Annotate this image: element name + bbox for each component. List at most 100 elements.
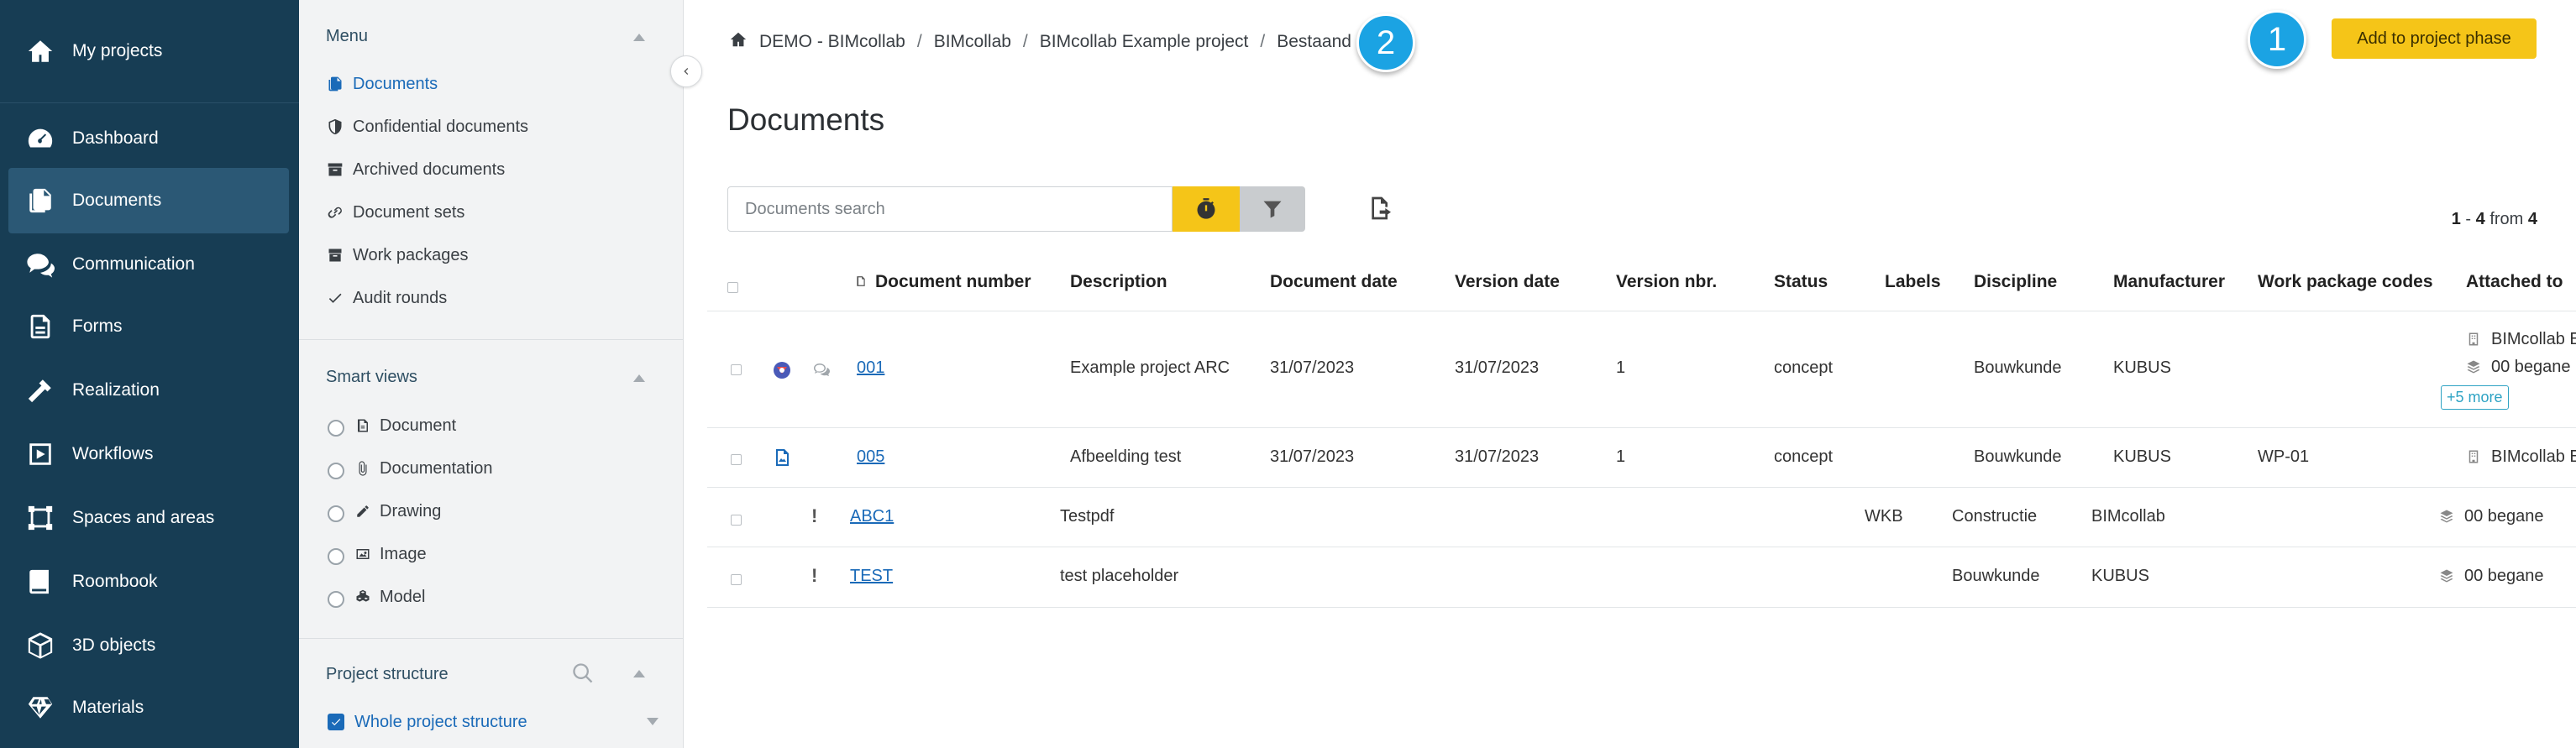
nav-item-3d-objects[interactable]: 3D objects bbox=[8, 613, 289, 678]
menu-item-audit-rounds[interactable]: Audit rounds bbox=[326, 284, 447, 312]
row-checkbox[interactable] bbox=[731, 364, 742, 375]
attached-item[interactable]: BIMcollab E bbox=[2466, 447, 2576, 467]
package-icon bbox=[326, 246, 344, 264]
column-header-description[interactable]: Description bbox=[1070, 272, 1167, 297]
document-number-link[interactable]: 001 bbox=[857, 358, 884, 378]
column-header-work-package-codes[interactable]: Work package codes bbox=[2258, 272, 2433, 297]
document-number-link[interactable]: 005 bbox=[857, 447, 884, 467]
smart-view-document[interactable]: Document bbox=[328, 411, 456, 440]
column-header-attached-to[interactable]: Attached to bbox=[2466, 272, 2563, 297]
nav-item-documents[interactable]: Documents bbox=[8, 168, 289, 233]
collapse-panel-button[interactable] bbox=[670, 55, 702, 87]
menu-item-label: Document sets bbox=[353, 202, 465, 222]
cube-icon bbox=[25, 630, 55, 661]
timer-filter-button[interactable] bbox=[1173, 186, 1240, 232]
chevron-up-icon[interactable] bbox=[633, 34, 645, 41]
attached-item[interactable]: 00 begane bbox=[2466, 358, 2571, 377]
document-number[interactable]: 001 bbox=[857, 358, 884, 377]
comments-icon[interactable] bbox=[811, 359, 833, 381]
nav-label: Workflows bbox=[72, 444, 154, 463]
smart-view-model[interactable]: Model bbox=[328, 583, 425, 611]
row-checkbox[interactable] bbox=[731, 574, 742, 585]
cell-description: Afbeelding test bbox=[1070, 447, 1182, 466]
export-button[interactable] bbox=[1364, 191, 1398, 225]
project-structure-selector[interactable]: Whole project structure bbox=[328, 708, 527, 736]
cell-status: concept bbox=[1774, 447, 1834, 466]
radio-button[interactable] bbox=[328, 548, 344, 565]
checkbox-checked[interactable] bbox=[328, 714, 344, 730]
column-header-version-date[interactable]: Version date bbox=[1455, 272, 1560, 297]
attached-label: BIMcollab E bbox=[2491, 447, 2576, 466]
attached-item[interactable]: 00 begane bbox=[2439, 567, 2544, 586]
select-all-checkbox[interactable] bbox=[727, 282, 738, 293]
column-header-discipline[interactable]: Discipline bbox=[1974, 272, 2057, 297]
nav-item-roombook[interactable]: Roombook bbox=[8, 549, 289, 615]
hammer-icon bbox=[25, 375, 55, 405]
radio-button[interactable] bbox=[328, 591, 344, 608]
cell-description: Testpdf bbox=[1060, 507, 1115, 526]
show-more-badge[interactable]: +5 more bbox=[2441, 385, 2509, 410]
nav-item-workflows[interactable]: Workflows bbox=[8, 421, 289, 487]
attached-item[interactable]: BIMcollab E bbox=[2466, 330, 2576, 349]
cell-manufacturer: BIMcollab bbox=[2091, 507, 2165, 526]
row-checkbox[interactable] bbox=[731, 515, 742, 526]
add-to-project-phase-button[interactable]: Add to project phase bbox=[2332, 18, 2537, 59]
documents-search-input[interactable]: Documents search bbox=[727, 186, 1173, 232]
nav-item-my-projects[interactable]: My projects bbox=[8, 18, 289, 84]
file-export-icon bbox=[1372, 196, 1391, 220]
column-header-status[interactable]: Status bbox=[1774, 272, 1828, 297]
column-header-version-nbr[interactable]: Version nbr. bbox=[1616, 272, 1717, 297]
search-icon[interactable] bbox=[571, 662, 595, 685]
menu-item-documents[interactable]: Documents bbox=[326, 70, 438, 98]
nav-item-materials[interactable]: Materials bbox=[8, 675, 289, 740]
step-badge-2: 2 bbox=[1356, 13, 1415, 72]
menu-item-document-sets[interactable]: Document sets bbox=[326, 198, 464, 227]
smart-view-drawing[interactable]: Drawing bbox=[328, 497, 441, 526]
breadcrumb-item[interactable]: Bestaand bbox=[1277, 32, 1351, 52]
column-header-document-number[interactable]: Document number bbox=[875, 272, 1031, 297]
nav-item-spaces-and-areas[interactable]: Spaces and areas bbox=[8, 485, 289, 551]
chevron-up-icon[interactable] bbox=[633, 374, 645, 382]
nav-item-communication[interactable]: Communication bbox=[8, 232, 289, 297]
document-number[interactable]: 005 bbox=[857, 447, 884, 466]
column-header-document-date[interactable]: Document date bbox=[1270, 272, 1398, 297]
radio-button[interactable] bbox=[328, 463, 344, 479]
filter-button[interactable] bbox=[1240, 186, 1305, 232]
breadcrumb-item[interactable]: BIMcollab bbox=[934, 32, 1011, 52]
chevron-up-icon[interactable] bbox=[633, 670, 645, 677]
menu-section-title: Menu bbox=[326, 27, 369, 45]
cell-version-date: 31/07/2023 bbox=[1455, 447, 1540, 466]
nav-item-dashboard[interactable]: Dashboard bbox=[8, 106, 289, 171]
pencil-icon bbox=[354, 503, 371, 520]
filter-icon bbox=[1263, 201, 1282, 218]
radio-button[interactable] bbox=[328, 505, 344, 522]
project-structure-label: Whole project structure bbox=[354, 712, 527, 731]
panel-divider bbox=[299, 339, 683, 340]
cell-version-nbr: 1 bbox=[1616, 447, 1626, 466]
document-number[interactable]: ABC1 bbox=[850, 507, 894, 526]
attached-item[interactable]: 00 begane bbox=[2439, 507, 2544, 526]
page-to: 4 bbox=[2475, 210, 2485, 228]
document-number[interactable]: TEST bbox=[850, 567, 893, 585]
document-number-link[interactable]: ABC1 bbox=[850, 507, 894, 526]
page-total: 4 bbox=[2527, 210, 2537, 228]
menu-item-archived-documents[interactable]: Archived documents bbox=[326, 155, 505, 184]
menu-item-work-packages[interactable]: Work packages bbox=[326, 241, 468, 269]
cubes-icon bbox=[354, 588, 371, 605]
chevron-down-icon[interactable] bbox=[647, 718, 658, 725]
nav-divider bbox=[0, 102, 299, 103]
document-number-link[interactable]: TEST bbox=[850, 567, 893, 586]
home-icon[interactable] bbox=[729, 30, 759, 54]
column-header-manufacturer[interactable]: Manufacturer bbox=[2113, 272, 2225, 297]
nav-item-realization[interactable]: Realization bbox=[8, 358, 289, 423]
stopwatch-icon bbox=[1197, 198, 1215, 219]
breadcrumb-item[interactable]: DEMO - BIMcollab bbox=[759, 32, 905, 52]
smart-view-documentation[interactable]: Documentation bbox=[328, 454, 493, 483]
breadcrumb-item[interactable]: BIMcollab Example project bbox=[1040, 32, 1249, 52]
column-header-labels[interactable]: Labels bbox=[1885, 272, 1941, 297]
nav-item-forms[interactable]: Forms bbox=[8, 294, 289, 359]
smart-view-image[interactable]: Image bbox=[328, 540, 427, 568]
menu-item-confidential-documents[interactable]: Confidential documents bbox=[326, 112, 528, 141]
row-checkbox[interactable] bbox=[731, 454, 742, 465]
radio-button[interactable] bbox=[328, 420, 344, 437]
